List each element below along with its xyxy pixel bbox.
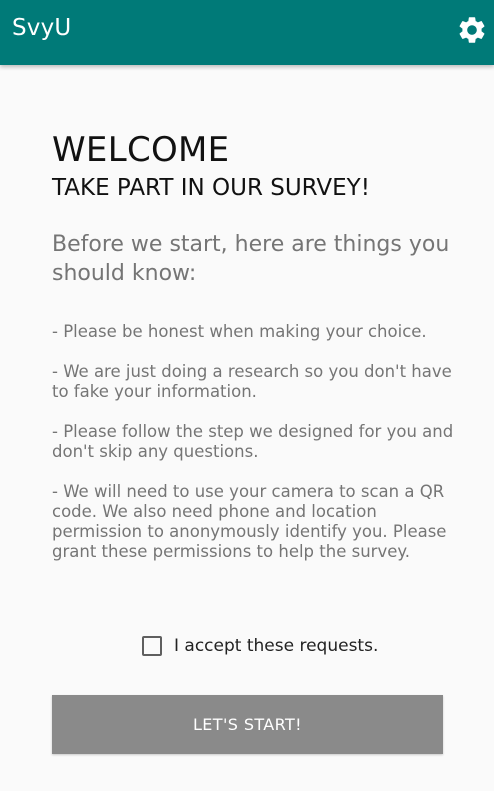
gear-icon [459, 17, 485, 43]
app-bar: SvyU [0, 0, 494, 65]
accept-requests-checkbox[interactable]: I accept these requests. [142, 633, 378, 659]
rules-list: - Please be honest when making your choi… [52, 322, 462, 582]
rule-item-research: - We are just doing a research so you do… [52, 362, 452, 401]
welcome-heading: WELCOME [52, 130, 230, 170]
rule-item-follow-steps: - Please follow the step we designed for… [52, 422, 454, 461]
checkbox-box[interactable] [142, 636, 162, 656]
lets-start-button[interactable]: LET'S START! [52, 695, 443, 754]
rule-item-honesty: - Please be honest when making your choi… [52, 322, 427, 341]
accept-label: I accept these requests. [174, 636, 379, 656]
intro-text: Before we start, here are things you sho… [52, 232, 450, 286]
app-title: SvyU [12, 15, 72, 41]
rule-item-permissions: - We will need to use your camera to sca… [52, 482, 447, 561]
settings-button[interactable] [456, 14, 488, 46]
survey-subtitle: TAKE PART IN OUR SURVEY! [52, 175, 370, 201]
